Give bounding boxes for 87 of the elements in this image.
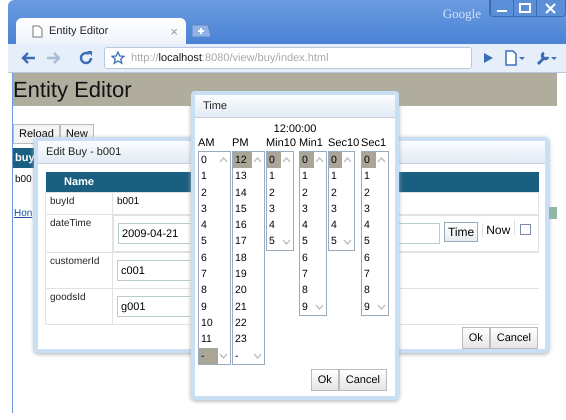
url-text: http://localhost:8080/view/buy/index.html — [131, 52, 329, 64]
list-option[interactable]: 16 — [233, 217, 252, 234]
list-option[interactable]: 17 — [233, 233, 252, 250]
list-option[interactable]: 1 — [267, 168, 281, 185]
back-icon[interactable] — [20, 51, 36, 65]
list-option[interactable]: 23 — [233, 331, 252, 348]
list-option[interactable]: 6 — [199, 250, 218, 266]
list-option[interactable]: 0 — [300, 152, 314, 168]
list-option[interactable]: 0 — [329, 152, 342, 168]
dialog-button[interactable]: Ok — [462, 327, 490, 349]
now-label: Now — [482, 223, 510, 237]
list-option[interactable]: 7 — [300, 266, 314, 282]
dialog-button[interactable]: Ok — [310, 368, 339, 391]
list-option[interactable]: 5 — [300, 233, 314, 250]
time-button[interactable]: Time — [444, 222, 478, 242]
list-option[interactable]: 3 — [267, 200, 281, 218]
list-option[interactable]: 9 — [300, 298, 314, 315]
list-option[interactable]: 3 — [199, 200, 218, 218]
list-option[interactable]: - — [199, 348, 218, 364]
list-option[interactable]: 1 — [199, 168, 218, 185]
list-option[interactable]: 6 — [362, 250, 376, 266]
list-option[interactable]: 4 — [300, 217, 314, 234]
list-option[interactable]: 21 — [233, 298, 252, 315]
brand-text: Google — [442, 6, 481, 22]
page-menu-icon[interactable] — [504, 50, 526, 66]
time-display: 12:00:00 — [272, 123, 318, 135]
list-option[interactable]: 4 — [329, 217, 342, 234]
wrench-icon[interactable] — [536, 50, 558, 66]
list-option[interactable]: 6 — [300, 250, 314, 266]
list-option[interactable]: 20 — [233, 282, 252, 299]
list-option[interactable]: 15 — [233, 200, 252, 218]
list-option[interactable]: 8 — [300, 282, 314, 299]
list-option[interactable]: 3 — [362, 200, 376, 218]
list-option[interactable]: 10 — [199, 314, 218, 332]
field-label: dateTime — [46, 214, 112, 252]
list-option[interactable]: 7 — [199, 266, 218, 282]
list-option[interactable]: 5 — [362, 233, 376, 250]
list-option[interactable]: 12 — [233, 152, 252, 168]
list-option[interactable]: 18 — [233, 250, 252, 266]
list-option[interactable]: 19 — [233, 266, 252, 282]
list-box[interactable]: 0 1 2 3 4 5 — [328, 151, 355, 251]
list-option[interactable]: 5 — [329, 233, 342, 250]
list-option[interactable]: 5 — [199, 233, 218, 250]
list-option[interactable]: 0 — [267, 152, 281, 168]
list-option[interactable]: 4 — [199, 217, 218, 234]
list-option[interactable]: 13 — [233, 168, 252, 185]
star-icon[interactable] — [111, 51, 125, 65]
field-label: buyId — [46, 192, 112, 214]
list-row[interactable]: b00 — [13, 168, 37, 191]
address-bar[interactable]: http://localhost:8080/view/buy/index.html — [104, 47, 472, 69]
list-option[interactable]: 22 — [233, 314, 252, 332]
list-option[interactable]: 4 — [267, 217, 281, 234]
list-option[interactable]: 5 — [267, 233, 281, 250]
list-option[interactable]: 8 — [362, 282, 376, 299]
list-option[interactable]: 3 — [329, 200, 342, 218]
list-box[interactable]: 0 1 2 3 4 5 6 7 8 9 — [361, 151, 389, 316]
play-icon[interactable] — [482, 52, 494, 64]
field-label: customerId — [46, 252, 112, 288]
page-icon — [32, 24, 43, 38]
reload-icon[interactable] — [78, 50, 94, 66]
home-link[interactable]: Hon — [13, 208, 32, 218]
list-option[interactable]: 3 — [300, 200, 314, 218]
list-option[interactable]: 4 — [362, 217, 376, 234]
dialog-button[interactable]: Cancel — [338, 368, 387, 391]
list-option[interactable]: 1 — [362, 168, 376, 185]
list-option[interactable]: 0 — [362, 152, 376, 168]
list-option[interactable]: 7 — [362, 266, 376, 282]
list-box[interactable]: 0 1 2 3 4 5 6 7 8 9 10 11 - — [198, 151, 231, 365]
new-tab-button[interactable] — [190, 24, 212, 38]
forward-icon[interactable] — [46, 51, 62, 65]
tab-title: Entity Editor — [49, 25, 110, 37]
list-option[interactable]: 9 — [362, 298, 376, 315]
list-option[interactable]: 1 — [329, 168, 342, 185]
list-option[interactable]: - — [233, 348, 252, 364]
list-option[interactable]: 1 — [300, 168, 314, 185]
list-box[interactable]: 12 13 14 15 16 17 18 19 20 21 22 23 - — [232, 151, 265, 365]
list-option[interactable]: 11 — [199, 331, 218, 348]
list-option[interactable]: 8 — [199, 282, 218, 299]
list-box[interactable]: 0 1 2 3 4 5 6 7 8 9 — [299, 151, 327, 316]
dialog-title: Time — [195, 95, 395, 118]
browser-tab[interactable]: Entity Editor × — [16, 18, 186, 44]
now-checkbox[interactable] — [520, 224, 532, 235]
field-label: goodsId — [46, 288, 112, 324]
dialog-button[interactable]: Cancel — [490, 327, 538, 349]
list-option[interactable]: 9 — [199, 298, 218, 315]
column-header: Name — [46, 172, 112, 192]
list-box[interactable]: 0 1 2 3 4 5 — [266, 151, 294, 251]
